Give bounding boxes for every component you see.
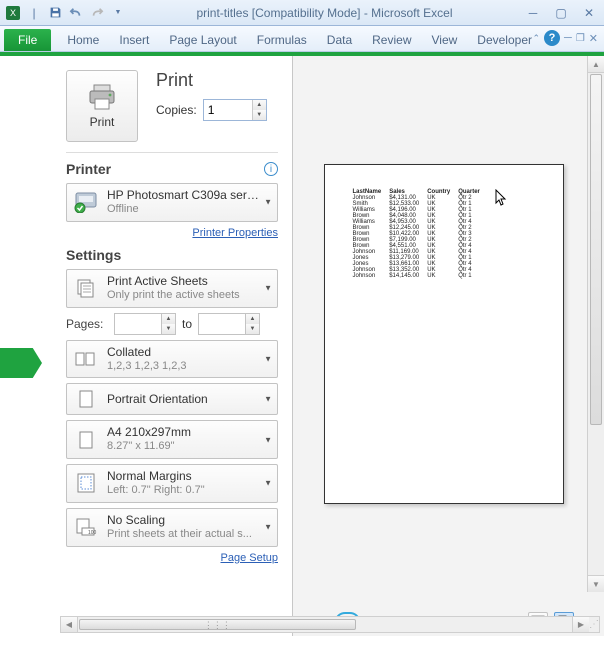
printer-properties-link[interactable]: Printer Properties — [66, 227, 278, 239]
paper-icon — [73, 427, 99, 453]
chevron-down-icon: ▼ — [264, 479, 272, 488]
print-button[interactable]: Print — [66, 70, 138, 142]
preview-vertical-scrollbar[interactable]: ▲ ▼ — [587, 56, 604, 592]
tab-insert[interactable]: Insert — [109, 29, 159, 51]
help-icon[interactable]: ? — [544, 30, 560, 46]
paper-size-dropdown[interactable]: A4 210x297mm 8.27" x 11.69" ▼ — [66, 420, 278, 459]
scroll-thumb[interactable] — [590, 74, 602, 425]
printer-dropdown[interactable]: HP Photosmart C309a serie... Offline ▼ — [66, 183, 278, 222]
pages-to-input[interactable] — [199, 314, 245, 334]
resize-grip-icon[interactable]: ⋰ — [589, 617, 599, 632]
margins-icon — [73, 470, 99, 496]
chevron-down-icon: ▼ — [264, 435, 272, 444]
pages-to-label: to — [182, 317, 192, 331]
printer-icon — [86, 83, 118, 111]
print-button-label: Print — [90, 115, 115, 129]
copies-up-icon[interactable]: ▲ — [253, 100, 266, 110]
copies-input[interactable] — [204, 100, 252, 120]
sheets-icon — [73, 275, 99, 301]
tab-review[interactable]: Review — [362, 29, 421, 51]
undo-icon[interactable] — [67, 4, 85, 22]
qat-dropdown-icon[interactable]: ▼ — [109, 4, 127, 22]
pages-to-stepper[interactable]: ▲▼ — [198, 313, 260, 335]
scroll-right-icon[interactable]: ▶ — [572, 617, 589, 632]
cursor-icon — [495, 189, 511, 207]
copies-down-icon[interactable]: ▼ — [253, 110, 266, 120]
chevron-down-icon: ▼ — [264, 284, 272, 293]
table-row: Johnson$14,145.00UKQtr 1 — [349, 273, 484, 279]
doc-close-icon[interactable]: ✕ — [589, 32, 598, 45]
preview-page: LastNameSalesCountryQuarterJohnson$4,131… — [324, 164, 564, 504]
settings-section-label: Settings — [66, 247, 278, 263]
excel-icon: X — [4, 4, 22, 22]
print-title: Print — [156, 70, 267, 91]
print-settings-panel: Print Print Copies: ▲▼ Printeri HP Ph — [0, 56, 292, 636]
copies-label: Copies: — [156, 103, 197, 117]
tab-formulas[interactable]: Formulas — [247, 29, 317, 51]
scroll-left-icon[interactable]: ◀ — [61, 617, 78, 632]
chevron-down-icon: ▼ — [264, 523, 272, 532]
close-icon[interactable]: ✕ — [578, 6, 600, 20]
tab-view[interactable]: View — [422, 29, 468, 51]
printer-section-label: Printeri — [66, 161, 278, 177]
info-icon[interactable]: i — [264, 162, 278, 176]
save-icon[interactable] — [46, 4, 64, 22]
qat-divider: | — [25, 4, 43, 22]
tab-page-layout[interactable]: Page Layout — [159, 29, 246, 51]
page-setup-link[interactable]: Page Setup — [66, 552, 278, 564]
minimize-icon[interactable]: ─ — [522, 6, 544, 20]
pages-label: Pages: — [66, 317, 108, 331]
chevron-down-icon: ▼ — [264, 395, 272, 404]
scroll-down-icon[interactable]: ▼ — [588, 575, 604, 592]
ribbon-collapse-icon[interactable]: ⌃ — [532, 33, 540, 44]
scaling-icon: 100 — [73, 514, 99, 540]
copies-stepper[interactable]: ▲▼ — [203, 99, 267, 121]
collated-icon — [73, 346, 99, 372]
svg-text:X: X — [10, 8, 16, 18]
maximize-icon[interactable]: ▢ — [550, 6, 572, 20]
print-preview-panel: LastNameSalesCountryQuarterJohnson$4,131… — [292, 56, 604, 636]
chevron-down-icon: ▼ — [264, 198, 272, 207]
pages-from-stepper[interactable]: ▲▼ — [114, 313, 176, 335]
orientation-dropdown[interactable]: Portrait Orientation ▼ — [66, 383, 278, 415]
portrait-icon — [73, 386, 99, 412]
doc-restore-icon[interactable]: ❐ — [576, 33, 585, 44]
chevron-down-icon: ▼ — [264, 354, 272, 363]
printer-name: HP Photosmart C309a serie... — [107, 188, 259, 203]
pages-from-input[interactable] — [115, 314, 161, 334]
title-bar: X | ▼ print-titles [Compatibility Mode] … — [0, 0, 604, 26]
printer-device-icon — [73, 189, 99, 215]
tab-developer[interactable]: Developer — [467, 29, 542, 51]
scaling-dropdown[interactable]: 100 No Scaling Print sheets at their act… — [66, 508, 278, 547]
tab-home[interactable]: Home — [57, 29, 109, 51]
tab-data[interactable]: Data — [317, 29, 362, 51]
window-title: print-titles [Compatibility Mode] - Micr… — [129, 6, 520, 20]
redo-icon[interactable] — [88, 4, 106, 22]
scroll-up-icon[interactable]: ▲ — [588, 56, 604, 73]
scroll-thumb[interactable]: ⋮⋮⋮ — [79, 619, 356, 630]
tab-file[interactable]: File — [4, 29, 51, 51]
margins-dropdown[interactable]: Normal Margins Left: 0.7" Right: 0.7" ▼ — [66, 464, 278, 503]
svg-text:100: 100 — [88, 530, 97, 536]
ribbon-tabs: File Home Insert Page Layout Formulas Da… — [0, 26, 604, 52]
print-what-dropdown[interactable]: Print Active Sheets Only print the activ… — [66, 269, 278, 308]
collation-dropdown[interactable]: Collated 1,2,3 1,2,3 1,2,3 ▼ — [66, 340, 278, 379]
doc-minimize-icon[interactable]: ─ — [564, 32, 572, 44]
printer-status: Offline — [107, 203, 259, 217]
horizontal-scrollbar[interactable]: ◀ ⋮⋮⋮ ▶ ⋰ — [60, 616, 600, 633]
